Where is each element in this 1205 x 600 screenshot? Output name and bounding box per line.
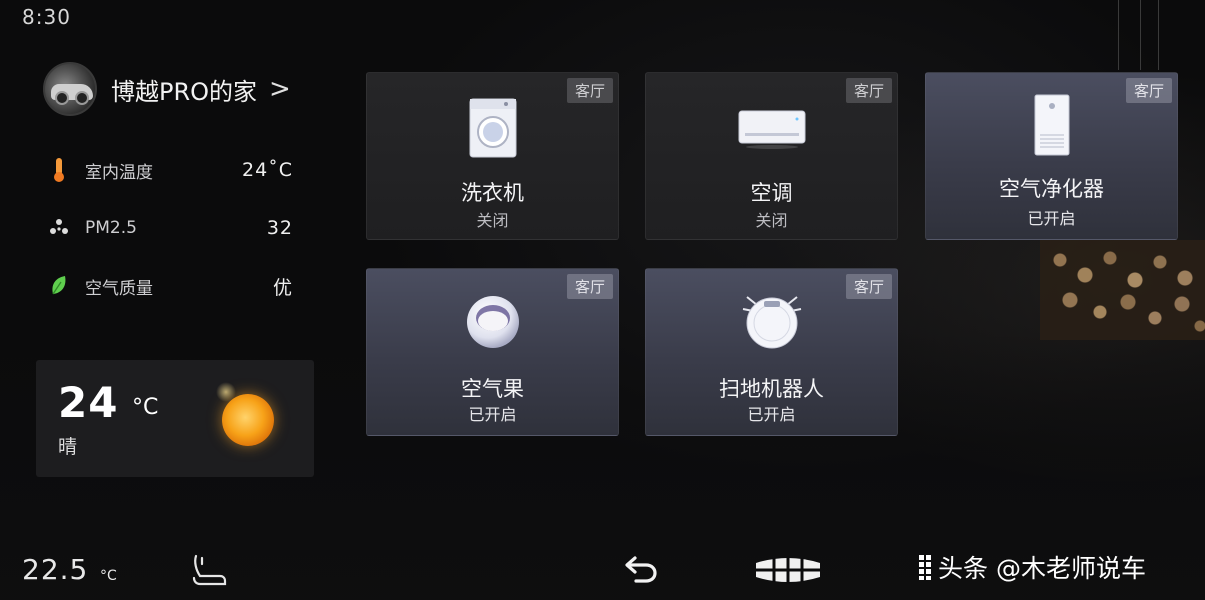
chevron-right-icon: > bbox=[269, 74, 291, 104]
device-card-air-conditioner[interactable]: 客厅 空调 关闭 bbox=[645, 72, 898, 240]
washing-machine-icon bbox=[469, 98, 516, 158]
watermark-text: 头条 @木老师说车 bbox=[938, 554, 1146, 583]
home-name: 博越PRO的家 bbox=[111, 77, 258, 106]
room-tag: 客厅 bbox=[845, 78, 892, 103]
room-tag: 客厅 bbox=[566, 274, 613, 299]
leaf-icon bbox=[48, 274, 70, 298]
decor-wood-stack bbox=[1040, 240, 1205, 340]
avatar bbox=[43, 62, 97, 116]
seat-heating-icon[interactable] bbox=[190, 554, 228, 588]
env-row-pm25: PM2.5 32 bbox=[48, 213, 293, 243]
decor-line bbox=[1140, 0, 1141, 70]
env-row-air-quality: 空气质量 优 bbox=[48, 271, 293, 301]
device-status: 关闭 bbox=[476, 211, 509, 230]
device-status: 已开启 bbox=[1027, 209, 1076, 228]
env-label: 空气质量 bbox=[85, 278, 153, 299]
device-card-air-purifier[interactable]: 客厅 空气净化器 已开启 bbox=[925, 72, 1178, 240]
device-card-air-fruit[interactable]: 客厅 空气果 已开启 bbox=[366, 268, 619, 436]
device-name: 空气净化器 bbox=[999, 177, 1104, 201]
air-purifier-icon bbox=[1034, 94, 1069, 156]
toutiao-logo-icon bbox=[919, 555, 931, 580]
device-card-washing-machine[interactable]: 客厅 洗衣机 关闭 bbox=[366, 72, 619, 240]
room-tag: 客厅 bbox=[566, 78, 613, 103]
device-name: 空调 bbox=[750, 181, 793, 205]
env-value: 优 bbox=[272, 276, 293, 299]
brand-logo-icon[interactable] bbox=[754, 555, 822, 585]
back-icon[interactable] bbox=[624, 554, 658, 584]
room-tag: 客厅 bbox=[1125, 78, 1172, 103]
cabin-temperature[interactable]: 22.5 bbox=[22, 553, 88, 586]
pm25-icon bbox=[48, 216, 70, 240]
device-name: 空气果 bbox=[461, 377, 524, 401]
air-conditioner-icon bbox=[738, 110, 805, 149]
home-selector[interactable]: 博越PRO的家 > bbox=[43, 62, 291, 116]
status-time: 8:30 bbox=[22, 5, 71, 29]
env-label: PM2.5 bbox=[85, 218, 137, 238]
sun-icon bbox=[222, 394, 274, 446]
weather-condition: 晴 bbox=[58, 436, 78, 458]
robot-vacuum-icon bbox=[742, 296, 801, 349]
device-name: 扫地机器人 bbox=[719, 377, 824, 401]
device-status: 已开启 bbox=[468, 405, 517, 424]
watermark: 头条 @木老师说车 bbox=[918, 549, 1146, 585]
weather-card[interactable]: 24 °C 晴 bbox=[36, 360, 314, 477]
room-tag: 客厅 bbox=[845, 274, 892, 299]
env-value: 32 bbox=[266, 217, 293, 239]
thermometer-icon bbox=[48, 158, 70, 182]
weather-unit: °C bbox=[132, 395, 159, 420]
decor-line bbox=[1118, 0, 1119, 70]
device-status: 关闭 bbox=[755, 211, 788, 230]
cabin-temperature-unit: °C bbox=[100, 568, 117, 584]
decor-line bbox=[1158, 0, 1159, 70]
env-row-temperature: 室内温度 24˚C bbox=[48, 155, 293, 185]
device-name: 洗衣机 bbox=[461, 181, 524, 205]
air-fruit-icon bbox=[466, 296, 519, 348]
env-value: 24˚C bbox=[242, 159, 293, 181]
env-label: 室内温度 bbox=[85, 162, 153, 183]
weather-temperature: 24 bbox=[58, 378, 119, 427]
device-card-robot-vacuum[interactable]: 客厅 扫地机器人 已开启 bbox=[645, 268, 898, 436]
device-status: 已开启 bbox=[747, 405, 796, 424]
